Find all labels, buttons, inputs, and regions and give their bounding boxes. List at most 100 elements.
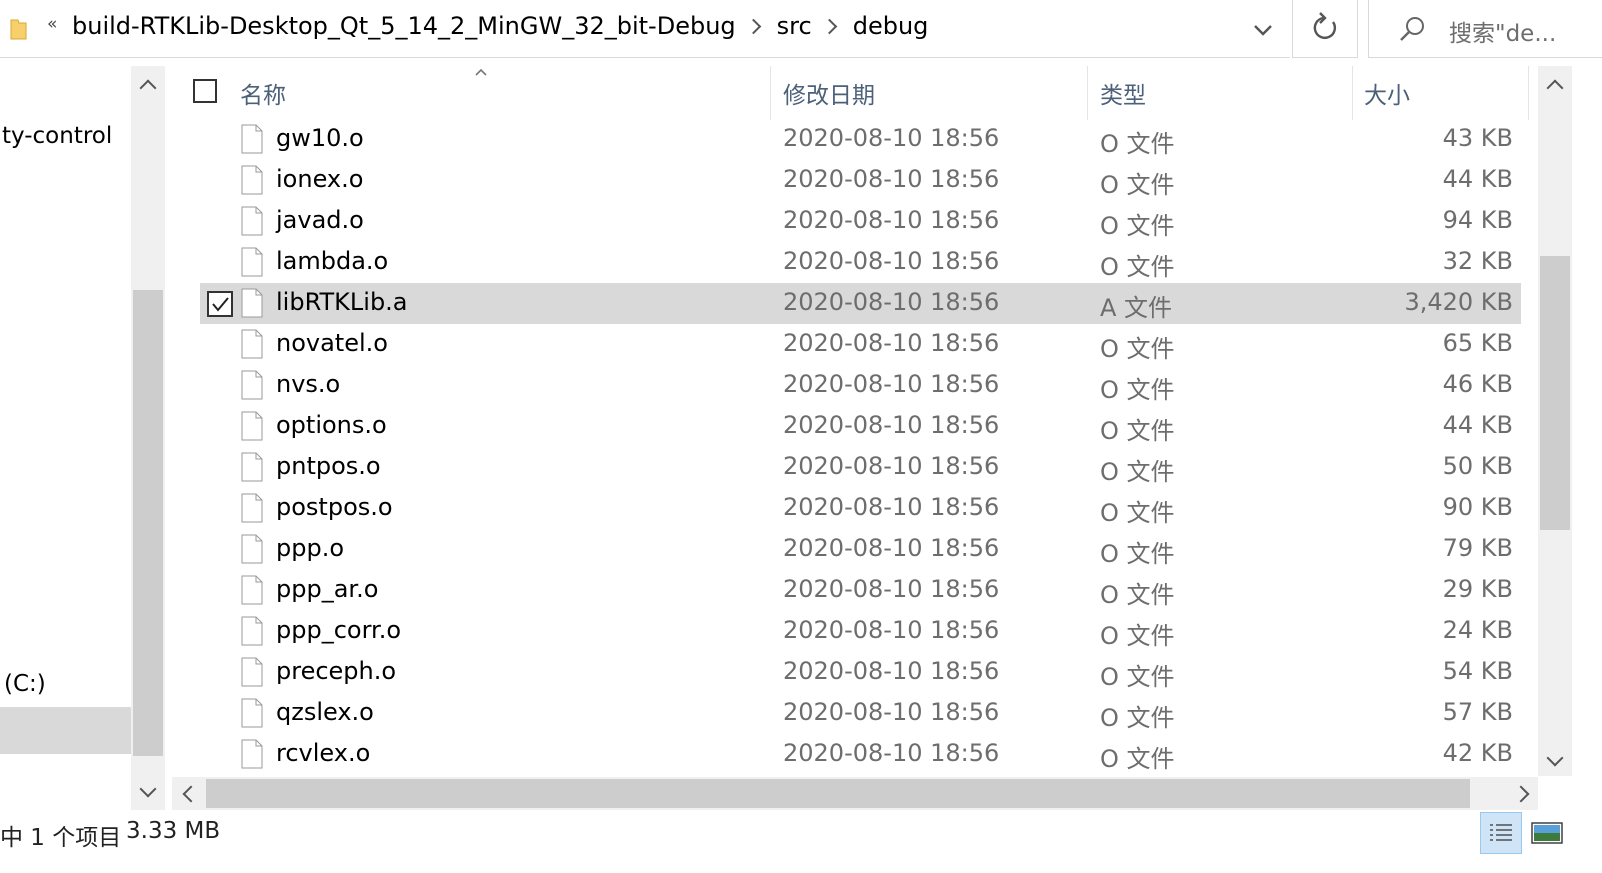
file-type: O 文件 xyxy=(1100,499,1175,527)
file-date: 2020-08-10 18:56 xyxy=(783,329,1000,357)
file-row[interactable]: ppp.o 2020-08-10 18:56 O 文件 79 KB xyxy=(200,529,1521,570)
column-header-size[interactable]: 大小 xyxy=(1364,76,1410,110)
file-name[interactable]: javad.o xyxy=(276,206,364,234)
file-icon xyxy=(241,247,263,277)
file-row[interactable]: preceph.o 2020-08-10 18:56 O 文件 54 KB xyxy=(200,652,1521,693)
file-row[interactable]: javad.o 2020-08-10 18:56 O 文件 94 KB xyxy=(200,201,1521,242)
horizontal-scrollbar-thumb[interactable] xyxy=(206,779,1470,808)
chevron-right-icon[interactable] xyxy=(821,18,837,34)
large-icons-view-button[interactable] xyxy=(1526,812,1568,854)
scroll-down-icon[interactable] xyxy=(1546,749,1564,767)
breadcrumb[interactable]: « build-RTKLib-Desktop_Qt_5_14_2_MinGW_3… xyxy=(0,0,1290,58)
details-view-button[interactable] xyxy=(1480,812,1522,854)
breadcrumb-item-build[interactable]: build-RTKLib-Desktop_Qt_5_14_2_MinGW_32_… xyxy=(72,12,736,40)
nav-item-selected[interactable] xyxy=(0,707,131,754)
vertical-scrollbar-thumb[interactable] xyxy=(1540,256,1570,530)
file-size: 46 KB xyxy=(1442,370,1513,398)
file-list-horizontal-scrollbar[interactable] xyxy=(172,777,1538,810)
breadcrumb-overflow-icon[interactable]: « xyxy=(47,14,57,34)
file-date: 2020-08-10 18:56 xyxy=(783,370,1000,398)
file-row[interactable]: novatel.o 2020-08-10 18:56 O 文件 65 KB xyxy=(200,324,1521,365)
file-size: 57 KB xyxy=(1442,698,1513,726)
chevron-down-icon[interactable] xyxy=(1248,17,1278,43)
file-name[interactable]: libRTKLib.a xyxy=(276,288,408,316)
file-date: 2020-08-10 18:56 xyxy=(783,698,1000,726)
file-date: 2020-08-10 18:56 xyxy=(783,616,1000,644)
column-divider[interactable] xyxy=(1087,66,1088,120)
file-name[interactable]: rcvlex.o xyxy=(276,739,370,767)
file-name[interactable]: pntpos.o xyxy=(276,452,381,480)
file-size: 44 KB xyxy=(1442,165,1513,193)
file-name[interactable]: ppp_corr.o xyxy=(276,616,401,644)
scroll-up-icon[interactable] xyxy=(1546,79,1564,97)
file-size: 65 KB xyxy=(1442,329,1513,357)
file-row[interactable]: options.o 2020-08-10 18:56 O 文件 44 KB xyxy=(200,406,1521,447)
file-date: 2020-08-10 18:56 xyxy=(783,739,1000,767)
navigation-pane: ty-control (C:) xyxy=(0,66,131,810)
column-divider[interactable] xyxy=(1528,66,1529,120)
column-header-name[interactable]: 名称 xyxy=(240,76,286,110)
address-bar: « build-RTKLib-Desktop_Qt_5_14_2_MinGW_3… xyxy=(0,0,1602,58)
file-name[interactable]: ionex.o xyxy=(276,165,363,193)
breadcrumb-item-debug[interactable]: debug xyxy=(853,12,929,40)
scroll-left-icon[interactable] xyxy=(182,785,200,803)
column-header-type[interactable]: 类型 xyxy=(1100,76,1146,110)
file-row[interactable]: postpos.o 2020-08-10 18:56 O 文件 90 KB xyxy=(200,488,1521,529)
file-type: O 文件 xyxy=(1100,212,1175,240)
file-icon xyxy=(241,452,263,482)
file-row[interactable]: gw10.o 2020-08-10 18:56 O 文件 43 KB xyxy=(200,119,1521,160)
file-name[interactable]: preceph.o xyxy=(276,657,396,685)
file-list-vertical-scrollbar[interactable] xyxy=(1538,66,1572,776)
file-row[interactable]: lambda.o 2020-08-10 18:56 O 文件 32 KB xyxy=(200,242,1521,283)
nav-scrollbar-thumb[interactable] xyxy=(133,290,163,756)
file-row[interactable]: ionex.o 2020-08-10 18:56 O 文件 44 KB xyxy=(200,160,1521,201)
file-icon xyxy=(241,288,263,318)
scroll-up-icon[interactable] xyxy=(139,79,157,97)
file-name[interactable]: qzslex.o xyxy=(276,698,374,726)
file-size: 44 KB xyxy=(1442,411,1513,439)
file-icon xyxy=(241,698,263,728)
file-size: 32 KB xyxy=(1442,247,1513,275)
nav-item-c-drive[interactable]: (C:) xyxy=(4,671,46,697)
large-icons-view-icon xyxy=(1531,822,1563,844)
breadcrumb-item-src[interactable]: src xyxy=(777,12,812,40)
file-icon xyxy=(241,657,263,687)
file-row[interactable]: ppp_ar.o 2020-08-10 18:56 O 文件 29 KB xyxy=(200,570,1521,611)
scroll-right-icon[interactable] xyxy=(1512,785,1530,803)
file-name[interactable]: ppp.o xyxy=(276,534,344,562)
file-type: O 文件 xyxy=(1100,335,1175,363)
file-type: O 文件 xyxy=(1100,581,1175,609)
file-name[interactable]: nvs.o xyxy=(276,370,340,398)
nav-item-control[interactable]: ty-control xyxy=(2,123,112,149)
search-input[interactable]: 搜索"de... xyxy=(1368,0,1602,58)
file-row[interactable]: nvs.o 2020-08-10 18:56 O 文件 46 KB xyxy=(200,365,1521,406)
row-checkbox[interactable] xyxy=(207,291,233,317)
file-name[interactable]: lambda.o xyxy=(276,247,388,275)
file-row[interactable]: pntpos.o 2020-08-10 18:56 O 文件 50 KB xyxy=(200,447,1521,488)
file-type: A 文件 xyxy=(1100,294,1173,322)
file-type: O 文件 xyxy=(1100,130,1175,158)
file-type: O 文件 xyxy=(1100,540,1175,568)
file-type: O 文件 xyxy=(1100,663,1175,691)
search-placeholder: 搜索"de... xyxy=(1449,21,1557,47)
status-bar: 中 1 个项目 3.33 MB xyxy=(0,810,1602,873)
nav-scrollbar[interactable] xyxy=(131,66,165,810)
file-name[interactable]: gw10.o xyxy=(276,124,364,152)
scroll-down-icon[interactable] xyxy=(139,780,157,798)
file-type: O 文件 xyxy=(1100,745,1175,773)
column-divider[interactable] xyxy=(1352,66,1353,120)
file-name[interactable]: postpos.o xyxy=(276,493,393,521)
chevron-right-icon[interactable] xyxy=(745,18,761,34)
file-name[interactable]: ppp_ar.o xyxy=(276,575,378,603)
column-divider[interactable] xyxy=(770,66,771,120)
column-header-date[interactable]: 修改日期 xyxy=(783,76,875,110)
select-all-checkbox[interactable] xyxy=(193,79,217,103)
file-row[interactable]: rcvlex.o 2020-08-10 18:56 O 文件 42 KB xyxy=(200,734,1521,775)
file-row[interactable]: ppp_corr.o 2020-08-10 18:56 O 文件 24 KB xyxy=(200,611,1521,652)
file-type: O 文件 xyxy=(1100,458,1175,486)
file-name[interactable]: novatel.o xyxy=(276,329,388,357)
file-row[interactable]: qzslex.o 2020-08-10 18:56 O 文件 57 KB xyxy=(200,693,1521,734)
refresh-button[interactable] xyxy=(1292,0,1358,58)
file-row[interactable]: libRTKLib.a 2020-08-10 18:56 A 文件 3,420 KB xyxy=(200,283,1521,324)
file-name[interactable]: options.o xyxy=(276,411,387,439)
